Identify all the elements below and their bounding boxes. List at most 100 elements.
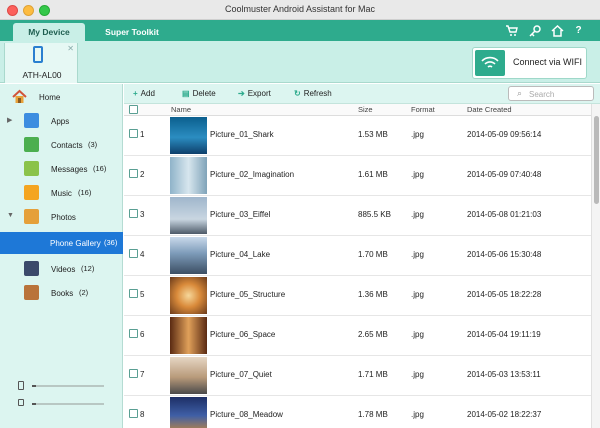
sidebar-item-home[interactable]: Home [0,86,123,108]
table-row[interactable]: 7 Picture_07_Quiet 1.71 MB .jpg 2014-05-… [124,356,591,396]
file-format: .jpg [411,370,424,379]
toolbar: + Add ▤ Delete ➔ Export ↻ Refresh ⌕ Search [124,84,600,104]
connect-wifi-button[interactable]: Connect via WIFI [472,47,587,79]
row-checkbox[interactable] [129,169,138,178]
apps-icon [24,113,39,128]
thumbnail-image[interactable] [170,357,207,394]
phone-storage-icon [18,381,24,390]
sidebar-item-apps[interactable]: ▶ Apps [0,110,123,132]
sidebar-item-books[interactable]: Books (2) [0,282,123,304]
table-row[interactable]: 6 Picture_06_Space 2.65 MB .jpg 2014-05-… [124,316,591,356]
delete-label: Delete [192,89,216,98]
sidebar: Home ▶ Apps Contacts (3) Messages (16) M… [0,84,123,428]
add-button[interactable]: + Add [133,89,155,98]
row-checkbox[interactable] [129,329,138,338]
delete-button[interactable]: ▤ Delete [182,89,216,98]
column-size[interactable]: Size [358,105,373,114]
close-icon[interactable]: ✕ [67,44,74,53]
sidebar-item-count: (3) [88,140,98,149]
export-button[interactable]: ➔ Export [238,89,271,98]
thumbnail-image[interactable] [170,317,207,354]
thumbnail-image[interactable] [170,197,207,234]
phone-storage-track [32,385,104,387]
connect-wifi-label: Connect via WIFI [513,57,583,67]
refresh-label: Refresh [303,89,332,98]
row-checkbox[interactable] [129,249,138,258]
file-format: .jpg [411,290,424,299]
date-created: 2014-05-08 01:21:03 [467,210,542,219]
column-date-created[interactable]: Date Created [467,105,512,114]
row-checkbox[interactable] [129,409,138,418]
videos-icon [24,261,39,276]
file-name: Picture_05_Structure [210,290,286,299]
phone-icon [33,46,43,63]
cart-icon[interactable] [505,24,518,37]
refresh-icon: ↻ [294,89,301,98]
table-row[interactable]: 3 Picture_03_Eiffel 885.5 KB .jpg 2014-0… [124,196,591,236]
table-scrollbar[interactable] [591,104,600,428]
sidebar-item-phone-gallery[interactable]: Phone Gallery (36) [0,232,123,254]
thumbnail-image[interactable] [170,397,207,428]
tab-super-toolkit[interactable]: Super Toolkit [100,23,164,41]
help-icon[interactable]: ? [572,24,585,37]
sidebar-item-videos[interactable]: Videos (12) [0,258,123,280]
sidebar-item-label: Photos [51,213,76,222]
row-checkbox[interactable] [129,129,138,138]
music-icon [24,185,39,200]
row-checkbox[interactable] [129,289,138,298]
key-icon[interactable] [529,24,542,37]
phone-storage-fill [32,385,36,387]
file-size: 1.78 MB [358,410,388,419]
refresh-button[interactable]: ↻ Refresh [294,89,332,98]
row-index: 8 [140,410,145,419]
column-name[interactable]: Name [171,105,191,114]
tab-my-device[interactable]: My Device [13,23,85,41]
table-row[interactable]: 2 Picture_02_Imagination 1.61 MB .jpg 20… [124,156,591,196]
thumbnail-image[interactable] [170,117,207,154]
table-row[interactable]: 1 Picture_01_Shark 1.53 MB .jpg 2014-05-… [124,116,591,156]
chevron-right-icon[interactable]: ▶ [7,116,12,124]
thumbnail-image[interactable] [170,277,207,314]
table-row[interactable]: 4 Picture_04_Lake 1.70 MB .jpg 2014-05-0… [124,236,591,276]
chevron-down-icon[interactable]: ▼ [7,212,14,219]
add-icon: + [133,89,138,98]
scrollbar-thumb[interactable] [594,116,599,204]
row-index: 7 [140,370,145,379]
select-all-checkbox[interactable] [129,105,138,114]
thumbnail-image[interactable] [170,157,207,194]
file-format: .jpg [411,250,424,259]
thumbnail-image[interactable] [170,237,207,274]
sidebar-item-label: Contacts [51,141,83,150]
sidebar-item-label: Music [51,189,72,198]
row-index: 4 [140,250,145,259]
books-icon [24,285,39,300]
wifi-icon [475,50,505,76]
file-name: Picture_07_Quiet [210,370,272,379]
home-icon[interactable] [551,24,564,37]
file-size: 1.71 MB [358,370,388,379]
table-body: 1 Picture_01_Shark 1.53 MB .jpg 2014-05-… [124,116,591,428]
date-created: 2014-05-06 15:30:48 [467,250,542,259]
table-row[interactable]: 5 Picture_05_Structure 1.36 MB .jpg 2014… [124,276,591,316]
sidebar-item-label: Home [39,93,61,102]
title-bar: Coolmuster Android Assistant for Mac [0,0,600,20]
sidebar-item-messages[interactable]: Messages (16) [0,158,123,180]
sidebar-item-contacts[interactable]: Contacts (3) [0,134,123,156]
column-format[interactable]: Format [411,105,435,114]
home-icon [12,89,27,104]
row-checkbox[interactable] [129,209,138,218]
file-name: Picture_03_Eiffel [210,210,271,219]
row-checkbox[interactable] [129,369,138,378]
search-input[interactable]: ⌕ Search [508,86,594,101]
date-created: 2014-05-09 07:40:48 [467,170,542,179]
file-size: 885.5 KB [358,210,391,219]
file-name: Picture_08_Meadow [210,410,283,419]
device-card[interactable]: ✕ ATH-AL00 [4,43,78,83]
sidebar-item-photos[interactable]: ▼ Photos [0,206,123,228]
sidebar-item-music[interactable]: Music (16) [0,182,123,204]
row-index: 1 [140,130,145,139]
trash-icon: ▤ [182,89,190,98]
top-nav: My Device Super Toolkit ? [0,20,600,41]
table-row[interactable]: 8 Picture_08_Meadow 1.78 MB .jpg 2014-05… [124,396,591,428]
sidebar-item-label: Phone Gallery [50,239,101,248]
